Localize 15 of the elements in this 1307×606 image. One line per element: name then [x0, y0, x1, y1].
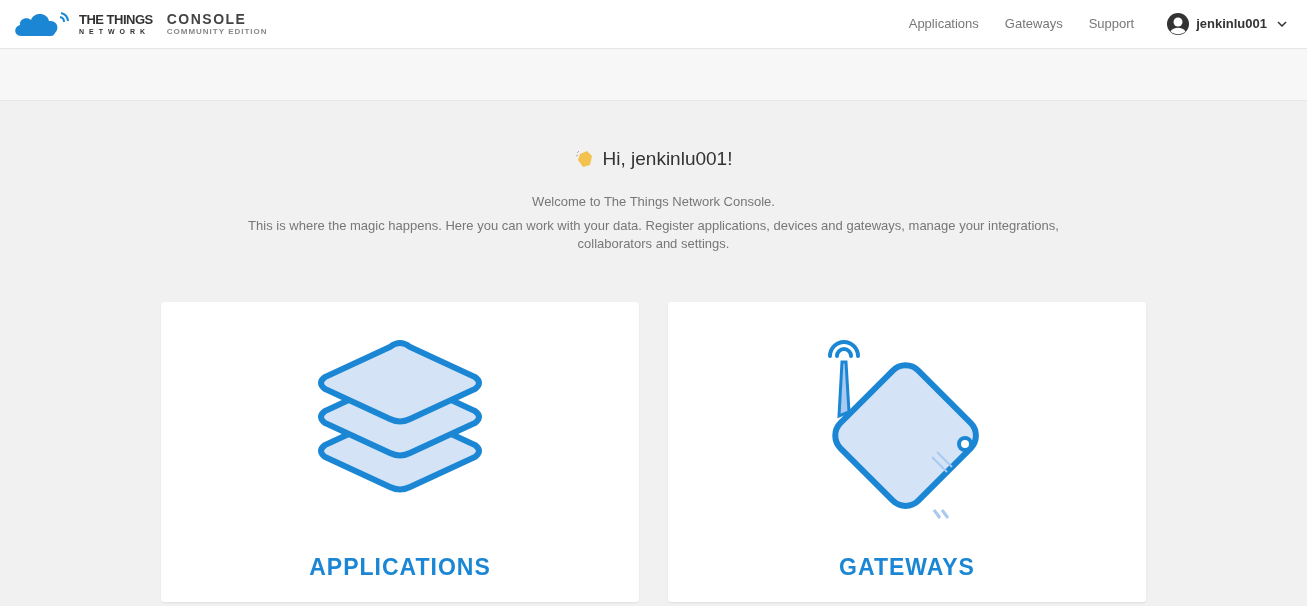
console-card[interactable]: APPLICATIONS: [161, 302, 639, 602]
chevron-down-icon: [1277, 21, 1287, 27]
nav-link[interactable]: Support: [1088, 14, 1135, 34]
nav-link[interactable]: Applications: [908, 14, 979, 34]
edition-label: COMMUNITY EDITION: [166, 28, 268, 36]
welcome-text: Welcome to The Things Network Console.: [532, 192, 775, 211]
cloud-logo-icon: [13, 11, 71, 37]
console-card[interactable]: GATEWAYS: [668, 302, 1146, 602]
description-text: This is where the magic happens. Here you can work with your data. Register applications, devices and gateways, manage your integrations, collaborators and settings.: [247, 217, 1060, 253]
logo-text: THE THINGS: [79, 13, 153, 26]
nav-link[interactable]: Gateways: [1004, 14, 1063, 34]
greeting-heading: Hi, jenkinlu001!: [602, 147, 733, 171]
user-menu[interactable]: jenkinlu001: [1166, 12, 1287, 36]
user-avatar-icon: [1166, 12, 1191, 36]
product-title: CONSOLE: [166, 12, 248, 26]
